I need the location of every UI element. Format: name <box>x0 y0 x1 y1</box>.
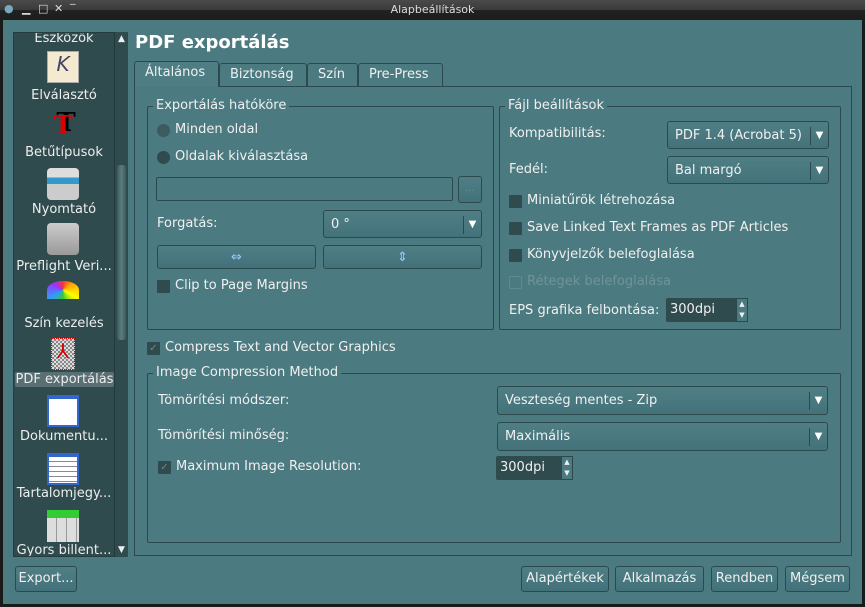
scroll-up-icon[interactable]: ▲ <box>115 34 128 44</box>
method-label: Tömörítési módszer: <box>158 393 290 408</box>
defaults-button[interactable]: Alapértékek <box>521 566 609 592</box>
tab-security[interactable]: Biztonság <box>219 63 307 87</box>
rotation-value: 0 ° <box>331 217 350 232</box>
scroll-down-icon[interactable]: ▼ <box>115 545 128 555</box>
tab-general[interactable]: Általános <box>134 61 219 87</box>
cancel-button[interactable]: Mégsem <box>785 566 850 592</box>
max-resolution-label[interactable]: Maximum Image Resolution: <box>176 459 361 474</box>
layers-label[interactable]: Rétegek belefoglalása <box>527 274 671 289</box>
pdf-icon: ⅄ <box>51 338 75 370</box>
sidebar-item-fonts[interactable]: Betűtípusok <box>14 145 114 160</box>
title-bar: ● ▁ □ ✕ ‾ Alapbeállítások <box>0 0 865 20</box>
document-items-icon <box>47 395 79 427</box>
ok-button[interactable]: Rendben <box>711 566 778 592</box>
sidebar-item-color[interactable]: Szín kezelés <box>14 316 114 331</box>
compress-text-checkbox[interactable]: ✓ <box>147 342 160 355</box>
arrows-vertical-icon: ⇕ <box>397 250 408 265</box>
clip-margins-label[interactable]: Clip to Page Margins <box>175 278 308 293</box>
toc-icon <box>47 453 79 485</box>
max-resolution-checkbox[interactable]: ✓ <box>158 461 171 474</box>
eps-resolution-label: EPS grafika felbontása: <box>509 303 660 318</box>
chevron-down-icon: ▼ <box>810 127 828 145</box>
sidebar-item-pdf-export[interactable]: PDF exportálás <box>15 372 114 387</box>
apply-button[interactable]: Alkalmazás <box>615 566 704 592</box>
quality-value: Maximális <box>505 429 571 444</box>
keyboard-shortcuts-icon <box>47 510 79 542</box>
max-resolution-value[interactable]: 300dpi <box>500 460 545 475</box>
tab-color[interactable]: Szín <box>307 63 358 87</box>
method-value: Veszteség mentes - Zip <box>505 393 658 408</box>
quality-label: Tömörítési minőség: <box>158 428 290 443</box>
chevron-down-icon: ▼ <box>809 392 827 410</box>
sidebar-item-preflight[interactable]: Preflight Veri... <box>14 259 114 274</box>
sidebar-list[interactable]: Eszközök K Elválasztó T Betűtípusok Nyom… <box>13 32 128 557</box>
binding-select[interactable]: Bal margó ▼ <box>667 156 829 184</box>
layers-checkbox[interactable] <box>509 276 522 289</box>
bookmarks-checkbox[interactable] <box>509 249 522 262</box>
articles-label[interactable]: Save Linked Text Frames as PDF Articles <box>527 220 788 235</box>
sidebar-item-document[interactable]: Dokumentu... <box>14 429 114 444</box>
file-settings-title: Fájl beállítások <box>505 98 607 113</box>
thumbnails-checkbox[interactable] <box>509 195 522 208</box>
max-resolution-spinbox[interactable]: 300dpi ▲ ▼ <box>496 456 573 480</box>
binding-label: Fedél: <box>509 162 549 177</box>
scrollbar-thumb[interactable] <box>117 165 126 340</box>
image-compression-title: Image Compression Method <box>153 365 342 380</box>
eps-resolution-value[interactable]: 300dpi <box>670 302 715 317</box>
browse-pages-button[interactable]: ... <box>458 176 482 203</box>
window-title: Alapbeállítások <box>390 3 475 16</box>
mirror-horizontal-button[interactable]: ⇔ <box>157 245 316 269</box>
binding-value: Bal margó <box>675 163 742 178</box>
articles-checkbox[interactable] <box>509 222 522 235</box>
pages-input[interactable] <box>156 177 453 201</box>
export-button[interactable]: Export... <box>15 566 77 592</box>
rotation-label: Forgatás: <box>157 216 218 231</box>
sidebar-item-printer[interactable]: Nyomtató <box>14 202 114 217</box>
all-pages-label[interactable]: Minden oldal <box>175 122 258 137</box>
method-select[interactable]: Veszteség mentes - Zip ▼ <box>497 386 828 415</box>
color-management-icon <box>47 281 79 299</box>
spin-arrows-icon[interactable]: ▲ ▼ <box>736 298 748 322</box>
choose-pages-label[interactable]: Oldalak kiválasztása <box>175 149 308 164</box>
compatibility-value: PDF 1.4 (Acrobat 5) <box>675 128 802 143</box>
rotation-select[interactable]: 0 ° ▼ <box>323 210 482 238</box>
compatibility-select[interactable]: PDF 1.4 (Acrobat 5) ▼ <box>667 121 829 149</box>
chevron-down-icon: ▼ <box>809 428 827 446</box>
printer-icon <box>47 168 79 200</box>
clip-margins-checkbox[interactable] <box>157 280 170 293</box>
compatibility-label: Kompatibilitás: <box>509 126 606 141</box>
chevron-down-icon: ▼ <box>810 162 828 180</box>
sidebar-item-toc[interactable]: Tartalomjegy... <box>14 486 114 501</box>
arrows-horizontal-icon: ⇔ <box>231 250 242 265</box>
spin-arrows-icon[interactable]: ▲ ▼ <box>561 456 573 480</box>
choose-pages-radio[interactable] <box>157 151 170 164</box>
compress-text-label[interactable]: Compress Text and Vector Graphics <box>165 340 396 355</box>
tab-prepress[interactable]: Pre-Press <box>358 63 443 87</box>
sidebar-item-shortcuts[interactable]: Gyors billent... <box>14 543 114 556</box>
mirror-vertical-button[interactable]: ⇕ <box>323 245 482 269</box>
page-title: PDF exportálás <box>135 32 290 53</box>
thumbnails-label[interactable]: Miniatűrök létrehozása <box>527 193 675 208</box>
sidebar-item-tools[interactable]: Eszközök <box>14 33 114 46</box>
hyphenator-icon: K <box>47 51 79 83</box>
chevron-down-icon: ▼ <box>463 216 481 234</box>
sidebar-item-hyphenator[interactable]: Elválasztó <box>14 88 114 103</box>
bookmarks-label[interactable]: Könyvjelzők belefoglalása <box>527 247 695 262</box>
all-pages-radio[interactable] <box>157 124 170 137</box>
eps-resolution-spinbox[interactable]: 300dpi ▲ ▼ <box>666 298 748 322</box>
quality-select[interactable]: Maximális ▼ <box>497 422 828 451</box>
export-scope-title: Exportálás hatóköre <box>153 98 290 113</box>
fonts-icon: T <box>53 111 73 141</box>
preflight-icon <box>47 223 79 255</box>
